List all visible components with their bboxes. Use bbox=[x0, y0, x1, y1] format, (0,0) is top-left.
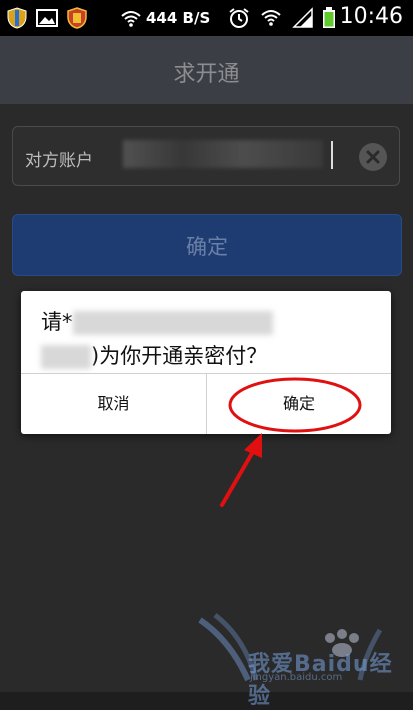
dialog-message-prefix: 请* bbox=[41, 310, 73, 334]
wifi-icon bbox=[121, 11, 141, 27]
clear-input-button[interactable] bbox=[359, 143, 387, 171]
app-shield-icon bbox=[67, 7, 87, 29]
account-input-redacted[interactable] bbox=[123, 140, 323, 168]
alarm-icon bbox=[229, 8, 249, 28]
signal-icon bbox=[292, 7, 313, 28]
redacted-account bbox=[41, 345, 91, 369]
ok-button[interactable]: 确定 bbox=[207, 374, 391, 434]
dialog-message-suffix: )为你开通亲密付？ bbox=[91, 344, 268, 368]
account-input-row[interactable]: 对方账户 bbox=[12, 126, 400, 186]
text-cursor bbox=[331, 141, 333, 169]
battery-icon bbox=[323, 7, 335, 28]
network-speed: 444 B/S bbox=[146, 9, 211, 27]
dialog-message: 请* )为你开通亲密付？ bbox=[41, 305, 371, 373]
signal-wifi-icon bbox=[261, 10, 281, 26]
shield-icon bbox=[7, 7, 27, 29]
confirm-dialog: 请* )为你开通亲密付？ 取消 确定 bbox=[21, 291, 391, 434]
confirm-button[interactable]: 确定 bbox=[12, 214, 402, 276]
account-label: 对方账户 bbox=[25, 151, 93, 171]
title-bar: 求开通 bbox=[0, 36, 413, 104]
close-icon bbox=[366, 150, 380, 164]
cancel-button[interactable]: 取消 bbox=[21, 374, 206, 434]
redacted-name bbox=[72, 311, 273, 335]
gallery-icon bbox=[36, 9, 58, 27]
status-bar: 444 B/S 10:46 bbox=[0, 0, 413, 36]
clock: 10:46 bbox=[339, 4, 403, 29]
confirm-button-label: 确定 bbox=[186, 235, 228, 259]
page-title: 求开通 bbox=[173, 62, 240, 87]
